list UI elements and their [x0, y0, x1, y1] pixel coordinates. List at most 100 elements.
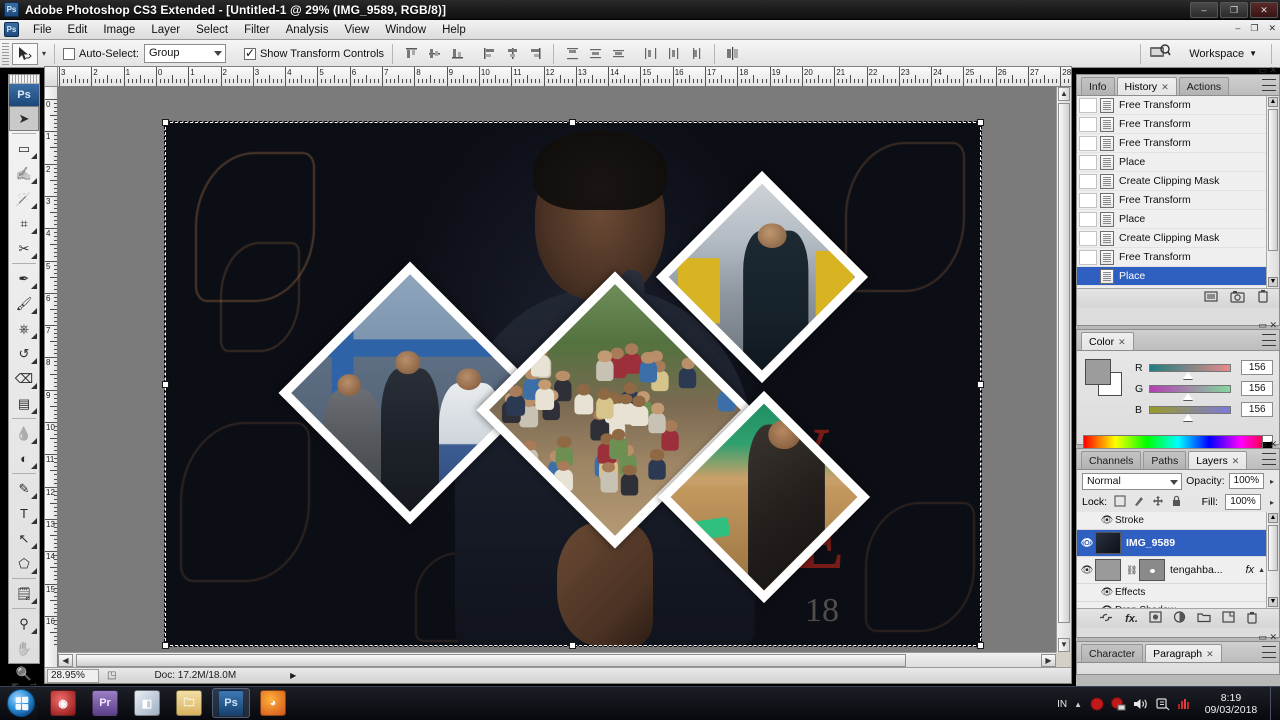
green-slider-thumb[interactable] — [1182, 392, 1193, 400]
ruler-origin-corner[interactable] — [45, 67, 58, 87]
volume-icon[interactable] — [1133, 697, 1148, 712]
layer-effects-fx-icon[interactable]: fx — [1246, 564, 1255, 576]
transform-handle-top-left[interactable] — [162, 119, 169, 126]
doc-restore-button[interactable]: ❐ — [1250, 23, 1258, 34]
move-tool[interactable]: ➤ — [9, 106, 39, 131]
taskbar-adobe-photoshop[interactable]: Ps — [212, 688, 250, 718]
menu-item-edit[interactable]: Edit — [60, 22, 96, 38]
history-source-gutter[interactable] — [1079, 211, 1097, 227]
auto-select-scope-dropdown[interactable]: Group — [143, 44, 226, 63]
screen-recorder-icon[interactable] — [1111, 697, 1126, 712]
restore-button[interactable]: ❐ — [1220, 2, 1248, 18]
eyedropper-tool[interactable]: ⚲ — [9, 611, 39, 636]
dodge-tool[interactable]: ◐ — [9, 446, 39, 471]
pen-tool[interactable]: ✎ — [9, 476, 39, 501]
align-horizontal-centers-button[interactable] — [502, 44, 522, 64]
history-state-row[interactable]: Free Transform — [1077, 96, 1279, 115]
history-state-row[interactable]: Place — [1077, 210, 1279, 229]
layer-row[interactable]: 👁 Effects — [1077, 584, 1279, 602]
horizontal-type-tool[interactable]: T — [9, 501, 39, 526]
gradient-tool[interactable]: ▤ — [9, 391, 39, 416]
layer-row[interactable]: 👁Drop Shadow — [1077, 602, 1279, 608]
opacity-stepper-icon[interactable]: ▸ — [1270, 477, 1274, 486]
taskbar-3d-app[interactable]: ◧ — [128, 688, 166, 718]
type-panel-window-controls[interactable]: ▭ ✕ — [1258, 632, 1277, 643]
distribute-top-edges-button[interactable] — [562, 44, 582, 64]
lasso-tool[interactable]: ✍ — [9, 161, 39, 186]
align-top-edges-button[interactable] — [401, 44, 421, 64]
red-value-field[interactable]: 156 — [1241, 360, 1274, 375]
color-panel-menu-icon[interactable] — [1262, 334, 1276, 346]
blend-mode-dropdown[interactable]: Normal — [1082, 472, 1183, 490]
document-system-menu-icon[interactable]: Ps — [4, 22, 19, 37]
distribute-right-edges-button[interactable] — [686, 44, 706, 64]
options-bar-grip[interactable] — [2, 42, 9, 65]
lock-all-icon[interactable] — [1171, 495, 1182, 510]
menu-item-help[interactable]: Help — [434, 22, 474, 38]
crop-tool[interactable]: ⌗ — [9, 211, 39, 236]
tab-actions[interactable]: Actions — [1178, 77, 1230, 95]
color-foreground-swatch[interactable] — [1085, 359, 1111, 385]
transform-handle-middle-left[interactable] — [162, 381, 169, 388]
toolbox-grip[interactable] — [9, 75, 39, 84]
magic-wand-tool[interactable]: 🪄 — [9, 186, 39, 211]
layer-thumbnail[interactable] — [1095, 559, 1121, 581]
add-layer-mask-icon[interactable] — [1149, 611, 1162, 626]
layer-mask-thumbnail[interactable] — [1139, 559, 1165, 581]
slice-tool[interactable]: ✂ — [9, 236, 39, 261]
close-button[interactable]: ✕ — [1250, 2, 1278, 18]
layers-panel-menu-icon[interactable] — [1262, 453, 1276, 465]
show-hidden-icons-icon[interactable]: ▲ — [1074, 700, 1082, 709]
vertical-ruler[interactable]: 0 1 2 3 4 5 6 7 8 9 10 11 12 13 14 15 16 — [45, 87, 58, 683]
canvas-vertical-scrollbar[interactable]: ▲ ▼ — [1056, 87, 1071, 652]
history-state-row[interactable]: Free Transform — [1077, 115, 1279, 134]
language-indicator[interactable]: IN — [1057, 699, 1067, 710]
layer-visibility-eye-icon[interactable]: 👁 — [1079, 565, 1095, 576]
menu-item-select[interactable]: Select — [188, 22, 236, 38]
recording-icon[interactable] — [1089, 697, 1104, 712]
layer-row[interactable]: 👁 ⛓ tengahba... fx ▲ — [1077, 557, 1279, 584]
transform-handle-middle-right[interactable] — [977, 381, 984, 388]
history-state-row[interactable]: Free Transform — [1077, 191, 1279, 210]
menu-item-image[interactable]: Image — [95, 22, 143, 38]
horizontal-ruler[interactable]: 3 2 1 0 1 2 3 4 5 6 7 8 9 10 11 12 13 14 15 16 17 18 19 20 21 22 2… — [58, 67, 1071, 87]
auto-select-checkbox[interactable] — [63, 47, 76, 60]
workspace-button[interactable]: Workspace ▼ — [1183, 46, 1263, 62]
green-value-field[interactable]: 156 — [1241, 381, 1274, 396]
rectangular-marquee-tool[interactable]: ▭ — [9, 136, 39, 161]
menu-item-file[interactable]: File — [25, 22, 60, 38]
layer-mask-link-icon[interactable]: ⛓ — [1126, 565, 1137, 576]
red-slider-thumb[interactable] — [1182, 371, 1193, 379]
healing-brush-tool[interactable]: ✒ — [9, 266, 39, 291]
create-new-snapshot-icon[interactable] — [1230, 290, 1245, 308]
network-icon[interactable] — [1155, 697, 1170, 712]
new-group-icon[interactable] — [1197, 611, 1211, 626]
blue-value-field[interactable]: 156 — [1241, 402, 1274, 417]
transform-handle-top-center[interactable] — [569, 119, 576, 126]
add-layer-style-icon[interactable]: fx. — [1125, 613, 1138, 625]
tool-preset-chevron-icon[interactable]: ▾ — [42, 49, 46, 58]
history-state-row[interactable]: Place — [1077, 153, 1279, 172]
scroll-right-arrow-icon[interactable]: ▶ — [1041, 654, 1056, 667]
align-vertical-centers-button[interactable] — [424, 44, 444, 64]
layer-visibility-eye-icon[interactable]: 👁 — [1099, 587, 1115, 598]
green-slider-track[interactable] — [1148, 384, 1232, 400]
opacity-field[interactable]: 100% — [1228, 473, 1264, 489]
minimize-button[interactable]: – — [1190, 2, 1218, 18]
blue-slider-thumb[interactable] — [1182, 413, 1193, 421]
menu-item-window[interactable]: Window — [377, 22, 434, 38]
history-scrollbar[interactable]: ▲ ▼ — [1266, 96, 1279, 288]
tab-paragraph[interactable]: Paragraph ✕ — [1145, 644, 1222, 662]
notes-tool[interactable]: 🗒 — [9, 581, 39, 606]
status-menu-arrow-icon[interactable]: ▶ — [290, 671, 296, 680]
show-transform-controls-checkbox[interactable] — [243, 46, 256, 60]
taskbar-clock[interactable]: 8:19 09/03/2018 — [1199, 692, 1263, 716]
tab-channels[interactable]: Channels — [1081, 451, 1142, 469]
close-icon[interactable]: ✕ — [1206, 649, 1214, 659]
red-slider-track[interactable] — [1148, 363, 1232, 379]
shape-tool[interactable]: ⬠ — [9, 551, 39, 576]
tab-info[interactable]: Info — [1081, 77, 1115, 95]
history-source-gutter[interactable] — [1079, 97, 1097, 113]
distribute-horizontal-centers-button[interactable] — [663, 44, 683, 64]
move-tool-icon[interactable] — [12, 42, 38, 65]
